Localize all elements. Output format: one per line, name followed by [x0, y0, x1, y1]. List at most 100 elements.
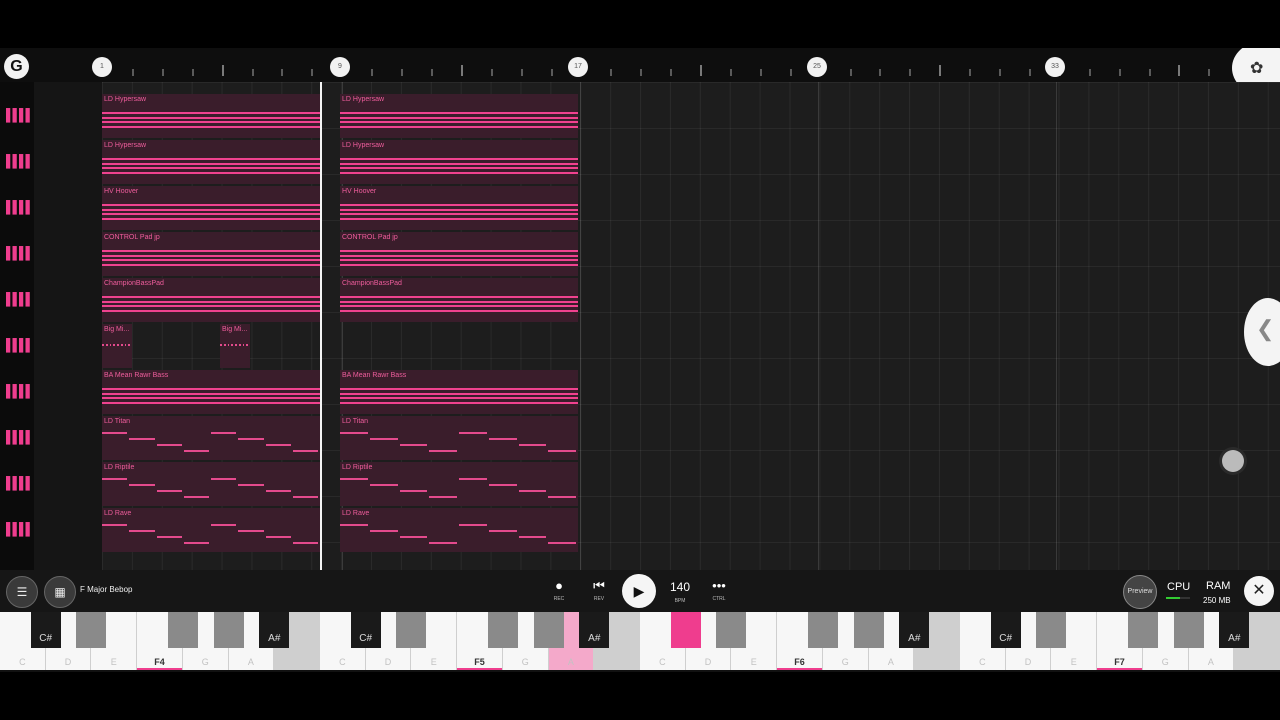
pattern-clip[interactable]: LD Titan	[102, 416, 320, 460]
pattern-clip[interactable]: Big Mi...	[220, 324, 250, 368]
piano-black-key[interactable]: A#	[579, 612, 610, 648]
note-band	[102, 126, 320, 128]
rec-caption: REC	[553, 596, 565, 602]
piano-black-key[interactable]	[213, 612, 244, 648]
track-piano-icon[interactable]: ▌▌▌▌	[6, 522, 34, 538]
piano-settings-button[interactable]: ▦	[44, 576, 76, 608]
bpm-value[interactable]: 140	[666, 580, 694, 594]
key-label: F4	[154, 657, 165, 667]
note-band	[340, 388, 578, 390]
app-logo[interactable]: G	[4, 54, 29, 79]
note-segment	[183, 542, 209, 544]
bar-marker-17[interactable]: 17	[568, 57, 588, 77]
pattern-clip[interactable]: LD Hypersaw	[340, 140, 578, 184]
rec-button[interactable]: ● REC	[545, 578, 573, 602]
track-piano-icon[interactable]: ▌▌▌▌	[6, 108, 34, 124]
bar-marker-9[interactable]: 9	[330, 57, 350, 77]
piano-black-key[interactable]: C#	[30, 612, 61, 648]
pattern-clip[interactable]: BA Mean Rawr Bass	[102, 370, 320, 414]
note-segment	[459, 524, 487, 526]
floating-handle[interactable]	[1222, 450, 1244, 472]
note-segment	[265, 536, 291, 538]
pattern-clip[interactable]: CONTROL Pad jp	[340, 232, 578, 276]
playlist-grid[interactable]: LD Hypersaw LD Hypersaw LD Hypersaw LD Hype…	[102, 82, 1280, 570]
key-label: F7	[1114, 657, 1125, 667]
piano-keyboard[interactable]: C D E F4 G A C D E F5 G A C D E F6 G A C D E F7 G A C# A# C# A# A# C#…	[0, 612, 1280, 672]
note-segment	[518, 536, 547, 538]
cpu-label: CPU	[1167, 581, 1191, 593]
piano-black-key[interactable]	[1127, 612, 1158, 648]
track-piano-icon[interactable]: ▌▌▌▌	[6, 384, 34, 400]
piano-black-key[interactable]: C#	[350, 612, 381, 648]
note-segment	[548, 542, 576, 544]
ctrl-button[interactable]: ••• CTRL	[705, 578, 733, 602]
close-button[interactable]: ✕	[1244, 576, 1274, 606]
note-band	[340, 255, 578, 257]
timeline-ruler[interactable]: G 1 9 17 25 33 ✿	[0, 48, 1280, 94]
preview-button[interactable]: Preview	[1123, 575, 1157, 609]
piano-black-key[interactable]	[1173, 612, 1204, 648]
piano-black-key[interactable]	[76, 612, 107, 648]
pattern-clip[interactable]: LD Riptile	[340, 462, 578, 506]
play-button[interactable]: ▶	[622, 574, 656, 608]
rev-caption: REV	[593, 596, 605, 602]
track-piano-icon[interactable]: ▌▌▌▌	[6, 338, 34, 354]
piano-black-key[interactable]	[807, 612, 838, 648]
bar-marker-33[interactable]: 33	[1045, 57, 1065, 77]
bar-marker-1[interactable]: 1	[92, 57, 112, 77]
note-segment	[105, 344, 108, 346]
scale-label[interactable]: F Major Bebop	[80, 585, 132, 594]
pattern-clip[interactable]: BA Mean Rawr Bass	[340, 370, 578, 414]
piano-black-key[interactable]: A#	[1219, 612, 1250, 648]
pattern-clip[interactable]: LD Hypersaw	[102, 140, 320, 184]
note-band	[102, 112, 320, 114]
piano-black-key[interactable]	[396, 612, 427, 648]
bar-marker-25[interactable]: 25	[807, 57, 827, 77]
note-band	[102, 397, 320, 399]
track-piano-icon[interactable]: ▌▌▌▌	[6, 154, 34, 170]
note-segment	[156, 536, 182, 538]
track-piano-icon[interactable]: ▌▌▌▌	[6, 246, 34, 262]
track-piano-icon[interactable]: ▌▌▌▌	[6, 292, 34, 308]
piano-black-key[interactable]	[1036, 612, 1067, 648]
note-band	[102, 172, 320, 174]
piano-black-key[interactable]: C#	[990, 612, 1021, 648]
piano-black-key[interactable]	[167, 612, 198, 648]
note-segment	[399, 536, 428, 538]
note-segment	[102, 432, 128, 434]
pattern-clip[interactable]: Big Mi...	[102, 324, 132, 368]
note-segment	[429, 542, 457, 544]
mixer-button[interactable]: ☰	[6, 576, 38, 608]
track-piano-icon[interactable]: ▌▌▌▌	[6, 200, 34, 216]
pattern-clip[interactable]: ChampionBassPad	[340, 278, 578, 322]
key-label: F5	[474, 657, 485, 667]
more-dots-icon: •••	[712, 578, 726, 593]
pattern-clip[interactable]: CONTROL Pad jp	[102, 232, 320, 276]
pattern-clip[interactable]: LD Hypersaw	[340, 94, 578, 138]
pattern-clip[interactable]: LD Hypersaw	[102, 94, 320, 138]
pattern-clip[interactable]: ChampionBassPad	[102, 278, 320, 322]
piano-black-key[interactable]: A#	[259, 612, 290, 648]
pattern-clip[interactable]: LD Rave	[102, 508, 320, 552]
pattern-clip[interactable]: LD Riptile	[102, 462, 320, 506]
note-band	[102, 117, 320, 119]
piano-black-key[interactable]	[670, 612, 701, 648]
ruler-tick	[700, 65, 702, 76]
piano-black-key[interactable]	[533, 612, 564, 648]
pattern-clip[interactable]: HV Hoover	[102, 186, 320, 230]
piano-black-key[interactable]	[853, 612, 884, 648]
pattern-clip[interactable]: LD Titan	[340, 416, 578, 460]
daw-window: G 1 9 17 25 33 ✿ ▌▌▌▌ ▌▌▌▌ ▌▌▌▌ ▌▌▌▌ ▌▌▌▌ ▌▌▌…	[0, 48, 1280, 672]
rev-button[interactable]: ⏮ REV	[585, 578, 613, 602]
clip-label: LD Titan	[342, 418, 369, 425]
piano-black-key[interactable]: A#	[899, 612, 930, 648]
playhead[interactable]	[320, 82, 322, 570]
note-band	[102, 213, 320, 215]
track-piano-icon[interactable]: ▌▌▌▌	[6, 476, 34, 492]
note-band	[340, 310, 578, 312]
pattern-clip[interactable]: LD Rave	[340, 508, 578, 552]
piano-black-key[interactable]	[716, 612, 747, 648]
piano-black-key[interactable]	[487, 612, 518, 648]
pattern-clip[interactable]: HV Hoover	[340, 186, 578, 230]
track-piano-icon[interactable]: ▌▌▌▌	[6, 430, 34, 446]
